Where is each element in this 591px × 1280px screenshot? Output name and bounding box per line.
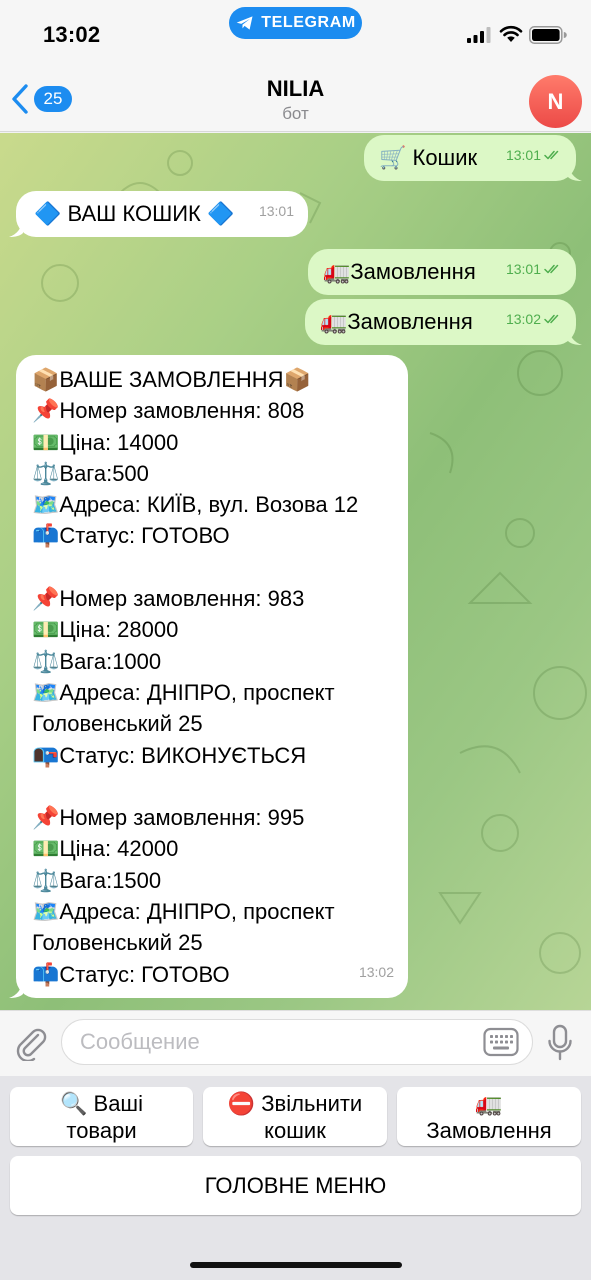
keyboard-icon[interactable] bbox=[483, 1027, 519, 1057]
message-line: ⚖️Вага:1000 bbox=[32, 648, 162, 674]
message-meta: 13:02 bbox=[359, 957, 394, 988]
message-time: 13:02 bbox=[358, 963, 394, 980]
button-label-line: ⛔ Звільнити bbox=[227, 1090, 363, 1116]
message-line: Головенський 25 bbox=[32, 930, 203, 956]
double-check-icon bbox=[544, 151, 559, 160]
message-meta: 13:01 bbox=[259, 196, 294, 227]
message-text: 🚛Замовлення bbox=[323, 259, 476, 284]
message-line: Головенський 25 bbox=[32, 711, 203, 737]
cellular-signal-icon bbox=[467, 27, 491, 43]
button-label-line: 🔍 Ваші bbox=[60, 1090, 143, 1116]
your-products-button[interactable]: 🔍 Ваші товари bbox=[10, 1087, 193, 1146]
message-text: 🚛Замовлення bbox=[320, 309, 473, 334]
chat-header: 25 NILIA бот N bbox=[0, 64, 591, 132]
chat-subtitle: бот bbox=[282, 104, 309, 123]
message-text: 🔷 ВАШ КОШИК 🔷 bbox=[34, 201, 235, 226]
message-time: 13:01 bbox=[505, 260, 541, 277]
message-text: 🛒 Кошик bbox=[379, 145, 478, 170]
message-line bbox=[32, 771, 358, 802]
button-label-line: Замовлення bbox=[426, 1117, 552, 1143]
message-line: 📌Номер замовлення: 995 bbox=[32, 805, 305, 831]
message-text-block: 📦ВАШЕ ЗАМОВЛЕННЯ📦 📌Номер замовлення: 808… bbox=[32, 364, 358, 990]
paperclip-icon[interactable] bbox=[14, 1025, 48, 1061]
message-time: 13:01 bbox=[258, 202, 294, 219]
avatar[interactable]: N bbox=[529, 75, 582, 128]
chat-title[interactable]: NILIA bbox=[0, 76, 591, 102]
message-bubble-outgoing[interactable]: 🚛Замовлення 13:01 bbox=[308, 249, 576, 295]
button-label-line: 🚛 bbox=[475, 1090, 503, 1116]
status-time: 13:02 bbox=[43, 22, 101, 47]
message-line: 📭Статус: ВИКОНУЄТЬСЯ bbox=[32, 742, 307, 768]
message-line: ⚖️Вага:500 bbox=[32, 460, 149, 486]
message-line: ⚖️Вага:1500 bbox=[32, 867, 162, 893]
chat-messages[interactable]: 🛒 Кошик 13:01 🔷 ВАШ КОШИК 🔷 13:01 🚛Замов… bbox=[0, 133, 591, 1010]
bubble-tail bbox=[568, 163, 582, 181]
status-bar: 13:02 TELEGRAM bbox=[0, 0, 591, 64]
button-label: ГОЛОВНЕ МЕНЮ bbox=[204, 1173, 387, 1198]
message-time: 13:02 bbox=[505, 310, 541, 327]
telegram-return-pill[interactable]: TELEGRAM bbox=[229, 7, 362, 39]
message-line: 🗺️Адреса: КИЇВ, вул. Возова 12 bbox=[32, 492, 359, 518]
message-input[interactable] bbox=[61, 1019, 533, 1065]
bot-reply-keyboard: 🔍 Ваші товари ⛔ Звільнити кошик 🚛 Замовл… bbox=[0, 1076, 591, 1280]
main-menu-button[interactable]: ГОЛОВНЕ МЕНЮ bbox=[10, 1156, 581, 1215]
battery-icon bbox=[529, 26, 567, 44]
message-bubble-orders[interactable]: 📦ВАШЕ ЗАМОВЛЕННЯ📦 📌Номер замовлення: 808… bbox=[16, 355, 408, 998]
message-line: 🗺️Адреса: ДНІПРО, проспект bbox=[32, 679, 335, 705]
orders-button[interactable]: 🚛 Замовлення bbox=[397, 1087, 581, 1146]
clear-cart-button[interactable]: ⛔ Звільнити кошик bbox=[203, 1087, 387, 1146]
message-line: 📫Статус: ГОТОВО bbox=[32, 961, 230, 987]
message-line: 📦ВАШЕ ЗАМОВЛЕННЯ📦 bbox=[32, 367, 311, 392]
telegram-label: TELEGRAM bbox=[261, 14, 356, 31]
message-meta: 13:01 bbox=[506, 140, 562, 171]
message-bubble-outgoing[interactable]: 🚛Замовлення 13:02 bbox=[305, 299, 576, 345]
message-line: 💵Ціна: 28000 bbox=[32, 617, 179, 643]
bubble-tail bbox=[9, 219, 23, 237]
bubble-tail bbox=[9, 980, 23, 998]
message-time: 13:01 bbox=[505, 146, 541, 163]
microphone-icon[interactable] bbox=[547, 1023, 573, 1063]
home-indicator[interactable] bbox=[190, 1262, 402, 1268]
bubble-tail bbox=[568, 327, 582, 345]
message-line: 📫Статус: ГОТОВО bbox=[32, 523, 230, 549]
message-line: 💵Ціна: 14000 bbox=[32, 429, 179, 455]
message-composer bbox=[0, 1010, 591, 1076]
button-label-line: кошик bbox=[264, 1117, 326, 1143]
message-bubble-outgoing[interactable]: 🛒 Кошик 13:01 bbox=[364, 135, 576, 181]
message-line: 📌Номер замовлення: 808 bbox=[32, 398, 305, 424]
message-meta: 13:01 bbox=[506, 254, 562, 285]
button-label-line: товари bbox=[66, 1117, 137, 1143]
double-check-icon bbox=[544, 315, 559, 324]
paper-plane-icon bbox=[236, 16, 253, 30]
message-line bbox=[32, 552, 358, 583]
message-line: 💵Ціна: 42000 bbox=[32, 836, 179, 862]
message-line: 📌Номер замовлення: 983 bbox=[32, 586, 305, 612]
message-line: 🗺️Адреса: ДНІПРО, проспект bbox=[32, 899, 335, 925]
message-bubble-incoming[interactable]: 🔷 ВАШ КОШИК 🔷 13:01 bbox=[16, 191, 308, 237]
double-check-icon bbox=[544, 265, 559, 274]
wifi-icon bbox=[499, 25, 523, 42]
message-meta: 13:02 bbox=[506, 304, 562, 335]
